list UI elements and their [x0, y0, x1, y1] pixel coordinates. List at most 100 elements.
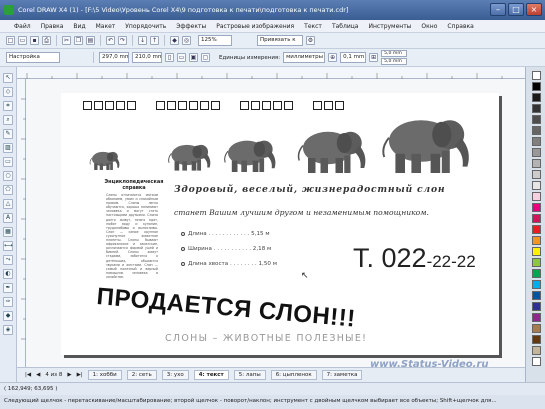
palette-swatch[interactable] — [532, 137, 541, 146]
copy-icon[interactable]: ❐ — [74, 36, 83, 45]
options-icon[interactable]: ⚙ — [306, 36, 315, 45]
palette-swatch[interactable] — [532, 71, 541, 80]
palette-swatch[interactable] — [532, 82, 541, 91]
dimension-tool-icon[interactable]: ⟷ — [3, 241, 13, 251]
fill-tool-icon[interactable]: ◆ — [3, 311, 13, 321]
subline-text[interactable]: станет Вашим лучшим другом и незаменимым… — [174, 208, 429, 217]
page-tab-6[interactable]: 6: цыпленок — [270, 370, 317, 380]
palette-swatch[interactable] — [532, 302, 541, 311]
palette-swatch[interactable] — [532, 357, 541, 366]
paste-icon[interactable]: ▤ — [86, 36, 95, 45]
eyedropper-tool-icon[interactable]: ✒ — [3, 283, 13, 293]
palette-swatch[interactable] — [532, 313, 541, 322]
headline-text[interactable]: Здоровый, веселый, жизнерадостный слон — [174, 184, 445, 195]
palette-swatch[interactable] — [532, 225, 541, 234]
palette-swatch[interactable] — [532, 280, 541, 289]
phone-number[interactable]: Т. 022-22-22 — [353, 243, 476, 274]
sale-headline[interactable]: ПРОДАЕТСЯ СЛОН!!! — [96, 283, 357, 334]
ellipse-tool-icon[interactable]: ○ — [3, 171, 13, 181]
zoom-tool-icon[interactable]: ⌕ — [3, 115, 13, 125]
horizontal-ruler[interactable] — [17, 67, 525, 79]
palette-swatch[interactable] — [532, 181, 541, 190]
palette-swatch[interactable] — [532, 247, 541, 256]
page-width-field[interactable]: 297,0 mm — [99, 52, 129, 63]
paper-preset-select[interactable]: Настройка — [6, 52, 60, 63]
palette-swatch[interactable] — [532, 115, 541, 124]
spec-tail-length[interactable]: Длина хвоста . . . . . . . . 1,50 м — [181, 261, 277, 267]
page-tab-4[interactable]: 4: текст — [193, 370, 229, 380]
undo-icon[interactable]: ↶ — [106, 36, 115, 45]
basic-shapes-tool-icon[interactable]: △ — [3, 199, 13, 209]
new-icon[interactable]: □ — [6, 36, 15, 45]
interactive-fill-tool-icon[interactable]: ◈ — [3, 325, 13, 335]
rectangle-tool-icon[interactable]: ▭ — [3, 157, 13, 167]
palette-swatch[interactable] — [532, 104, 541, 113]
palette-swatch[interactable] — [532, 324, 541, 333]
shape-tool-icon[interactable]: ◇ — [3, 87, 13, 97]
minimize-button[interactable]: – — [490, 3, 506, 16]
page-tab-2[interactable]: 2: сеть — [126, 370, 157, 380]
palette-swatch[interactable] — [532, 159, 541, 168]
elephants-illustration[interactable] — [61, 93, 499, 183]
vertical-ruler[interactable] — [17, 79, 26, 367]
prev-page-icon[interactable]: ◀ — [36, 372, 40, 378]
drawing-canvas[interactable]: Энциклопедическая справка Слоны отличают… — [26, 79, 525, 367]
palette-swatch[interactable] — [532, 291, 541, 300]
encyclopedia-text[interactable]: Слоны отличаются мягким обаянием, умом и… — [106, 193, 158, 279]
text-tool-icon[interactable]: A — [3, 213, 13, 223]
duplicate-y-field[interactable]: 5,0 mm — [381, 58, 408, 65]
polygon-tool-icon[interactable]: ⬠ — [3, 185, 13, 195]
save-icon[interactable]: ▪ — [30, 36, 39, 45]
document-page[interactable]: Энциклопедическая справка Слоны отличают… — [61, 93, 499, 355]
outline-tool-icon[interactable]: ✑ — [3, 297, 13, 307]
snap-to-select[interactable]: Привязать к — [257, 35, 303, 46]
menu-tools[interactable]: Инструменты — [368, 23, 411, 30]
spec-length[interactable]: Длина . . . . . . . . . . . . 5,15 м — [181, 231, 270, 237]
maximize-button[interactable]: □ — [508, 3, 524, 16]
current-page-icon[interactable]: ▢ — [201, 53, 210, 62]
open-icon[interactable]: ▭ — [18, 36, 27, 45]
connector-tool-icon[interactable]: ⤳ — [3, 255, 13, 265]
palette-swatch[interactable] — [532, 346, 541, 355]
menu-file[interactable]: Файл — [14, 23, 31, 30]
import-icon[interactable]: ↓ — [138, 36, 147, 45]
page-tab-5[interactable]: 5: лапы — [233, 370, 266, 380]
palette-swatch[interactable] — [532, 93, 541, 102]
all-pages-icon[interactable]: ▣ — [189, 53, 198, 62]
zoom-select[interactable]: 125% — [198, 35, 232, 46]
menu-view[interactable]: Вид — [73, 23, 85, 30]
menu-window[interactable]: Окно — [421, 23, 437, 30]
welcome-icon[interactable]: ◎ — [182, 36, 191, 45]
page-tab-7[interactable]: 7: заметка — [321, 370, 363, 380]
menu-layout[interactable]: Макет — [96, 23, 116, 30]
table-tool-icon[interactable]: ▦ — [3, 227, 13, 237]
menu-help[interactable]: Справка — [447, 23, 473, 30]
palette-swatch[interactable] — [532, 214, 541, 223]
portrait-icon[interactable]: ▯ — [165, 53, 174, 62]
redo-icon[interactable]: ↷ — [118, 36, 127, 45]
menu-arrange[interactable]: Упорядочить — [125, 23, 166, 30]
close-button[interactable]: × — [526, 3, 542, 16]
duplicate-x-field[interactable]: 5,0 mm — [381, 50, 408, 57]
smart-fill-tool-icon[interactable]: ▨ — [3, 143, 13, 153]
encyclopedia-title[interactable]: Энциклопедическая справка — [104, 179, 164, 191]
palette-swatch[interactable] — [532, 148, 541, 157]
cut-icon[interactable]: ✂ — [62, 36, 71, 45]
app-launcher-icon[interactable]: ◆ — [170, 36, 179, 45]
print-icon[interactable]: ⎙ — [42, 36, 51, 45]
spec-width[interactable]: Ширина . . . . . . . . . . . 2,18 м — [181, 246, 271, 252]
pick-tool-icon[interactable]: ↖ — [3, 73, 13, 83]
palette-swatch[interactable] — [532, 258, 541, 267]
next-page-icon[interactable]: ▶ — [67, 372, 71, 378]
last-page-icon[interactable]: ▶| — [77, 372, 83, 378]
menu-table[interactable]: Таблица — [332, 23, 359, 30]
palette-swatch[interactable] — [532, 192, 541, 201]
export-icon[interactable]: ↑ — [150, 36, 159, 45]
palette-swatch[interactable] — [532, 269, 541, 278]
landscape-icon[interactable]: ▭ — [177, 53, 186, 62]
menu-bitmaps[interactable]: Растровые изображения — [216, 23, 294, 30]
palette-swatch[interactable] — [532, 203, 541, 212]
page-tab-3[interactable]: 3: ухо — [161, 370, 189, 380]
page-height-field[interactable]: 210,0 mm — [132, 52, 162, 63]
menu-effects[interactable]: Эффекты — [176, 23, 206, 30]
